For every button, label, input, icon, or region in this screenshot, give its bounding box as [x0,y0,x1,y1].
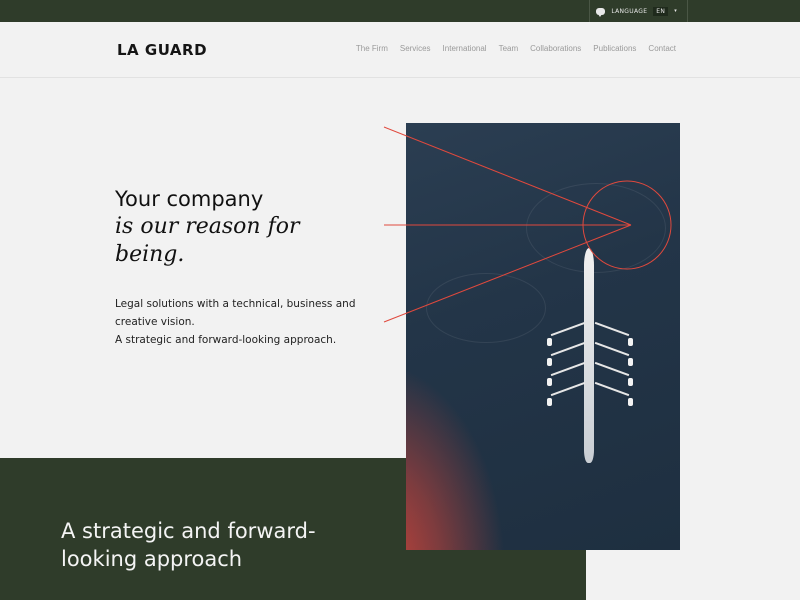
hero-description-line: Legal solutions with a technical, busine… [115,298,356,328]
hero-description: Legal solutions with a technical, busine… [115,295,385,349]
section-title: A strategic and forward-looking approach [61,519,316,571]
accent-line [383,224,632,323]
hero-subtitle: is our reason for being. [115,214,300,267]
hero-description-line: A strategic and forward-looking approach… [115,334,337,346]
hero-title: Your company [115,187,264,211]
accent-line [383,126,632,226]
hero: Your company is our reason for being. Le… [115,186,385,349]
